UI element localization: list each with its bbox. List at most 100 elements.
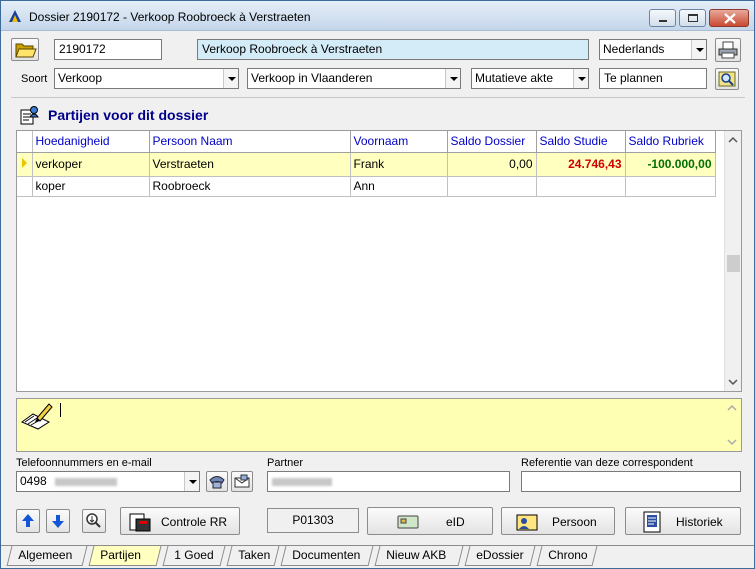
- scroll-up-icon: [727, 404, 737, 411]
- tab-1-goed[interactable]: 1 Goed: [162, 546, 226, 566]
- tab-nieuw-akb[interactable]: Nieuw AKB: [374, 546, 464, 566]
- akte-value: Mutatieve akte: [475, 71, 554, 85]
- col-saldo-studie[interactable]: Saldo Studie: [536, 131, 626, 153]
- grid-scrollbar[interactable]: [724, 131, 741, 391]
- grid-header-row: Hoedanigheid Persoon Naam Voornaam Saldo…: [17, 131, 716, 153]
- persoon-button[interactable]: Persoon: [501, 507, 615, 535]
- region-select[interactable]: Verkoop in Vlaanderen: [247, 68, 461, 89]
- arrow-down-icon: [52, 515, 64, 528]
- chevron-down-icon: [691, 40, 706, 59]
- dossier-window: Dossier 2190172 - Verkoop Roobroeck à Ve…: [0, 0, 755, 569]
- move-up-button[interactable]: [16, 509, 40, 533]
- partijen-table: Hoedanigheid Persoon Naam Voornaam Saldo…: [17, 131, 716, 197]
- soort-value: Verkoop: [58, 71, 103, 85]
- sort-search-button[interactable]: [82, 509, 106, 533]
- note-scrollbar[interactable]: [724, 399, 741, 451]
- scroll-down-icon: [727, 439, 737, 446]
- tab-taken[interactable]: Taken: [226, 546, 280, 566]
- cell-naam: Roobroeck: [149, 176, 351, 197]
- window-title: Dossier 2190172 - Verkoop Roobroeck à Ve…: [29, 10, 311, 24]
- cell-saldo-dossier: [447, 176, 537, 197]
- col-saldo-rubriek[interactable]: Saldo Rubriek: [625, 131, 716, 153]
- partner-input[interactable]: [267, 471, 510, 492]
- dossier-number-input[interactable]: 2190172: [54, 39, 162, 60]
- row-pointer-icon: [22, 157, 27, 168]
- text-cursor: [60, 403, 61, 417]
- cell-saldo-rubriek: -100.000,00: [625, 152, 716, 177]
- col-persoon-naam[interactable]: Persoon Naam: [149, 131, 351, 153]
- eid-label: eID: [446, 515, 465, 529]
- region-value: Verkoop in Vlaanderen: [251, 71, 373, 85]
- cell-saldo-studie: 24.746,43: [536, 152, 626, 177]
- note-textarea[interactable]: [16, 398, 742, 452]
- reference-label: Referentie van deze correspondent: [521, 457, 693, 469]
- historiek-button[interactable]: Historiek: [625, 507, 741, 535]
- cell-hoedanigheid: koper: [32, 176, 150, 197]
- scroll-thumb[interactable]: [727, 255, 740, 272]
- close-button[interactable]: [709, 9, 749, 27]
- mail-icon: [234, 474, 250, 488]
- historiek-label: Historiek: [676, 515, 723, 529]
- chevron-down-icon: [223, 69, 238, 88]
- app-icon: [9, 10, 21, 22]
- partner-blurred: [272, 478, 332, 486]
- row-indicator: [17, 176, 33, 197]
- eid-button[interactable]: eID: [367, 507, 493, 535]
- id-card-reader-icon: [129, 513, 151, 532]
- scroll-down-icon: [728, 379, 738, 386]
- dossier-description-input[interactable]: Verkoop Roobroeck à Verstraeten: [197, 39, 589, 60]
- table-row[interactable]: koper Roobroeck Ann: [17, 176, 716, 197]
- separator: [11, 97, 745, 98]
- persons-edit-icon: [20, 106, 39, 125]
- cell-saldo-dossier: 0,00: [447, 152, 537, 177]
- reference-input[interactable]: [521, 471, 741, 492]
- code-value: P01303: [292, 513, 334, 527]
- phone-call-button[interactable]: [206, 471, 228, 492]
- cell-saldo-studie: [536, 176, 626, 197]
- note-edit-icon: [21, 403, 53, 430]
- cell-voornaam: Ann: [350, 176, 448, 197]
- tab-algemeen[interactable]: Algemeen: [6, 546, 88, 566]
- col-voornaam[interactable]: Voornaam: [350, 131, 448, 153]
- print-button[interactable]: [715, 38, 741, 62]
- status-input[interactable]: Te plannen: [599, 68, 707, 89]
- cell-saldo-rubriek: [625, 176, 716, 197]
- chevron-down-icon: [184, 472, 199, 491]
- row-indicator: [17, 152, 33, 177]
- phone-blurred: [55, 478, 117, 486]
- tab-edossier[interactable]: eDossier: [464, 546, 536, 566]
- folder-open-icon: [15, 43, 37, 58]
- maximize-button[interactable]: [679, 9, 706, 27]
- soort-select[interactable]: Verkoop: [54, 68, 239, 89]
- person-card-icon: [516, 514, 538, 531]
- phone-select[interactable]: 0498: [16, 471, 200, 492]
- move-down-button[interactable]: [46, 509, 70, 533]
- code-display: P01303: [267, 508, 359, 533]
- tab-partijen[interactable]: Partijen: [88, 546, 162, 566]
- status-search-button[interactable]: [715, 68, 739, 90]
- partijen-title: Partijen voor dit dossier: [48, 107, 209, 123]
- magnifier-icon: [718, 71, 736, 87]
- zoom-sort-icon: [86, 513, 101, 528]
- soort-label: Soort: [21, 73, 48, 85]
- language-select[interactable]: Nederlands: [599, 39, 707, 60]
- chevron-down-icon: [573, 69, 588, 88]
- cell-hoedanigheid: verkoper: [32, 152, 150, 177]
- close-icon: [724, 13, 736, 24]
- scroll-up-icon: [728, 136, 738, 143]
- minimize-button[interactable]: [649, 9, 676, 27]
- col-saldo-dossier[interactable]: Saldo Dossier: [447, 131, 537, 153]
- table-row[interactable]: verkoper Verstraeten Frank 0,00 24.746,4…: [17, 152, 716, 177]
- akte-select[interactable]: Mutatieve akte: [471, 68, 589, 89]
- email-button[interactable]: [231, 471, 253, 492]
- partijen-header: Partijen voor dit dossier: [16, 99, 742, 129]
- tab-chrono[interactable]: Chrono: [536, 546, 598, 566]
- partijen-grid[interactable]: Hoedanigheid Persoon Naam Voornaam Saldo…: [16, 130, 742, 392]
- cell-naam: Verstraeten: [149, 152, 351, 177]
- tab-documenten[interactable]: Documenten: [280, 546, 374, 566]
- open-folder-button[interactable]: [11, 38, 39, 61]
- indicator-header: [17, 131, 33, 153]
- persoon-label: Persoon: [552, 515, 597, 529]
- col-hoedanigheid[interactable]: Hoedanigheid: [32, 131, 150, 153]
- controle-rr-button[interactable]: Controle RR: [120, 507, 240, 535]
